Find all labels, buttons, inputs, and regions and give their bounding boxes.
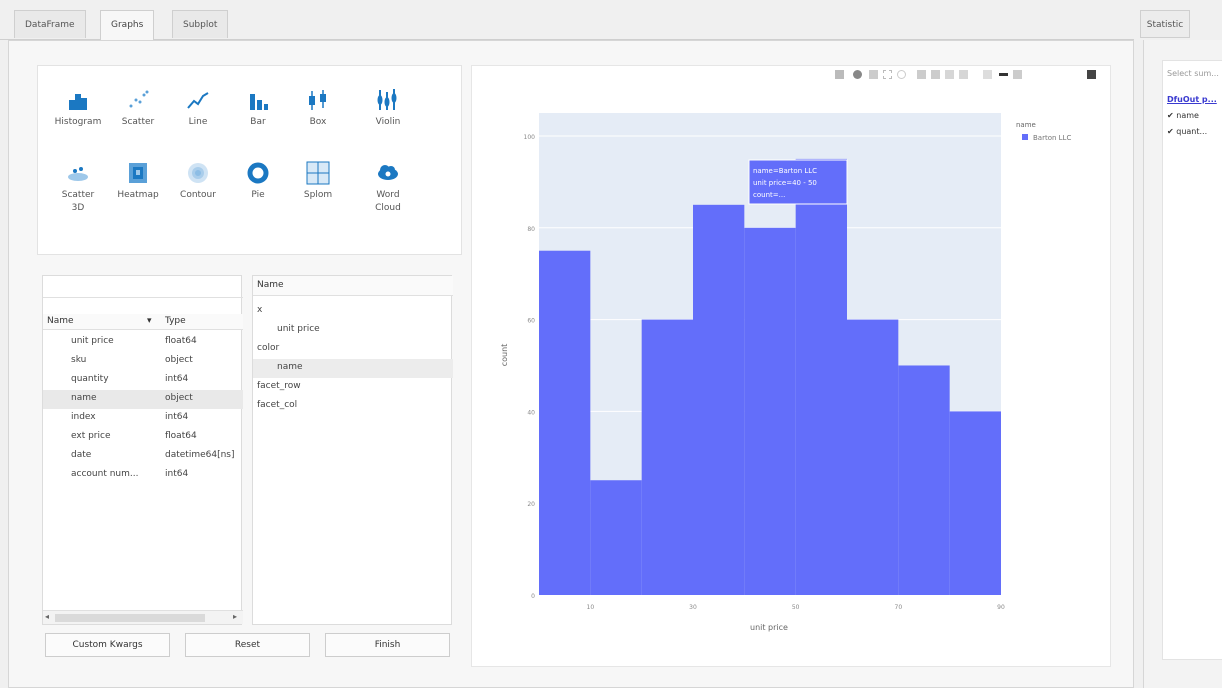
header-type[interactable]: Type [165,316,186,326]
x-tick-label: 10 [587,604,595,611]
plot-type-splom[interactable]: Splom [288,161,348,202]
scroll-right-icon[interactable]: ▸ [233,612,237,621]
plot-type-contour[interactable]: Contour [168,161,228,202]
heatmap-icon [129,163,147,183]
pie-icon [247,162,269,184]
mapping-panel: Name x unit price color name facet_row f… [252,275,453,625]
statistic-link[interactable]: DfuOut p... [1167,95,1217,104]
plot-type-line[interactable]: Line [168,88,228,129]
tooltip-line: count=... [753,191,785,199]
plot-type-box[interactable]: Box [288,88,348,129]
histogram-bar[interactable] [898,365,950,595]
sort-arrow-icon: ▾ [147,316,152,326]
table-row[interactable]: unit price float64 [43,333,243,352]
table-row[interactable]: date datetime64[ns] [43,447,243,466]
tab-dataframe[interactable]: DataFrame [14,10,86,38]
check-item-quantity[interactable]: ✔ quant... [1167,127,1207,136]
plot-type-scatter-3d[interactable]: Scatter 3D [48,161,108,215]
column-search-input[interactable] [43,276,243,298]
tab-bar: DataFrame Graphs Subplot [0,0,1134,40]
mapping-value-x[interactable]: unit price [253,321,453,340]
histogram-bar[interactable] [744,227,796,595]
checkmark-icon: ✔ [1167,127,1174,136]
tab-subplot[interactable]: Subplot [172,10,229,38]
x-tick-label: 90 [997,604,1005,611]
bar-icon [250,94,268,110]
y-tick-label: 80 [527,226,535,233]
histogram-icon [69,94,87,110]
table-row[interactable]: sku object [43,352,243,371]
plot-type-violin[interactable]: Violin [358,88,418,129]
x-tick-label: 70 [895,604,903,611]
checkmark-icon: ✔ [1167,111,1174,120]
hover-tooltip: name=Barton LLC unit price=40 - 50 count… [748,159,848,205]
contour-icon [188,163,208,183]
columns-table-header: Name ▾ Type [43,314,243,330]
x-tick-label: 30 [689,604,697,611]
tab-statistic[interactable]: Statistic [1140,10,1190,38]
y-tick-label: 100 [524,134,536,141]
scatter3d-icon [68,167,88,181]
y-tick-label: 0 [531,593,535,600]
histogram-bar[interactable] [539,250,591,595]
box-icon [309,90,326,110]
plot-type-histogram[interactable]: Histogram [48,88,108,129]
violin-icon [377,89,397,110]
legend-swatch[interactable] [1022,134,1028,140]
columns-table: Name ▾ Type unit price float64 sku object … [42,275,243,625]
wordcloud-icon [378,165,398,180]
line-icon [187,92,209,109]
finish-button[interactable]: Finish [325,633,450,657]
plot-type-pie[interactable]: Pie [228,161,288,202]
check-item-name[interactable]: ✔ name [1167,111,1199,120]
y-axis-label: count [500,344,509,367]
plot-type-bar[interactable]: Bar [228,88,288,129]
y-tick-label: 20 [527,501,535,508]
horizontal-scrollbar[interactable]: ◂ ▸ [43,610,243,624]
y-tick-label: 40 [527,409,535,416]
histogram-bar[interactable] [693,204,745,596]
tooltip-line: name=Barton LLC [753,167,817,175]
histogram-bar[interactable] [795,158,847,595]
plot-type-heatmap[interactable]: Heatmap [108,161,168,202]
table-row[interactable]: index int64 [43,409,243,428]
mapping-item-color[interactable]: color [253,340,453,359]
x-tick-label: 50 [792,604,800,611]
table-row[interactable]: name object [43,390,243,409]
histogram-bar[interactable] [949,411,1001,595]
histogram-chart[interactable]: 02040608010010 30 50 70 90 unit price count … [471,65,1111,667]
splom-icon [306,161,330,185]
x-axis-label: unit price [750,623,788,632]
legend-title: name [1016,121,1036,129]
histogram-bar[interactable] [641,319,693,595]
mapping-item-facet-row[interactable]: facet_row [253,378,453,397]
histogram-bar[interactable] [590,480,642,595]
histogram-bar[interactable] [847,319,899,595]
plot-type-word-cloud[interactable]: Word Cloud [358,161,418,215]
plot-type-selector: Histogram Scatter Line Bar Box Violin Sc… [37,65,462,255]
mapping-value-color[interactable]: name [253,359,453,378]
table-row[interactable]: quantity int64 [43,371,243,390]
scroll-left-icon[interactable]: ◂ [45,612,49,621]
statistic-caption: Select sum... [1167,69,1219,78]
mapping-item-x[interactable]: x [253,302,453,321]
mapping-header: Name [253,276,453,296]
header-name[interactable]: Name [47,316,74,326]
y-tick-label: 60 [527,318,535,325]
table-row[interactable]: account num... int64 [43,466,243,485]
scrollbar-thumb[interactable] [55,614,205,622]
table-row[interactable]: ext price float64 [43,428,243,447]
tab-graphs[interactable]: Graphs [100,10,155,40]
reset-button[interactable]: Reset [185,633,310,657]
tooltip-line: unit price=40 - 50 [753,179,817,187]
mapping-item-facet-col[interactable]: facet_col [253,397,453,416]
legend-entry[interactable]: Barton LLC [1033,134,1071,142]
scatter-icon [129,90,149,108]
statistic-panel: Select sum... DfuOut p... ✔ name ✔ quant… [1143,40,1222,688]
custom-kwargs-button[interactable]: Custom Kwargs [45,633,170,657]
plot-type-scatter[interactable]: Scatter [108,88,168,129]
statistic-content: Select sum... DfuOut p... ✔ name ✔ quant… [1162,60,1222,660]
